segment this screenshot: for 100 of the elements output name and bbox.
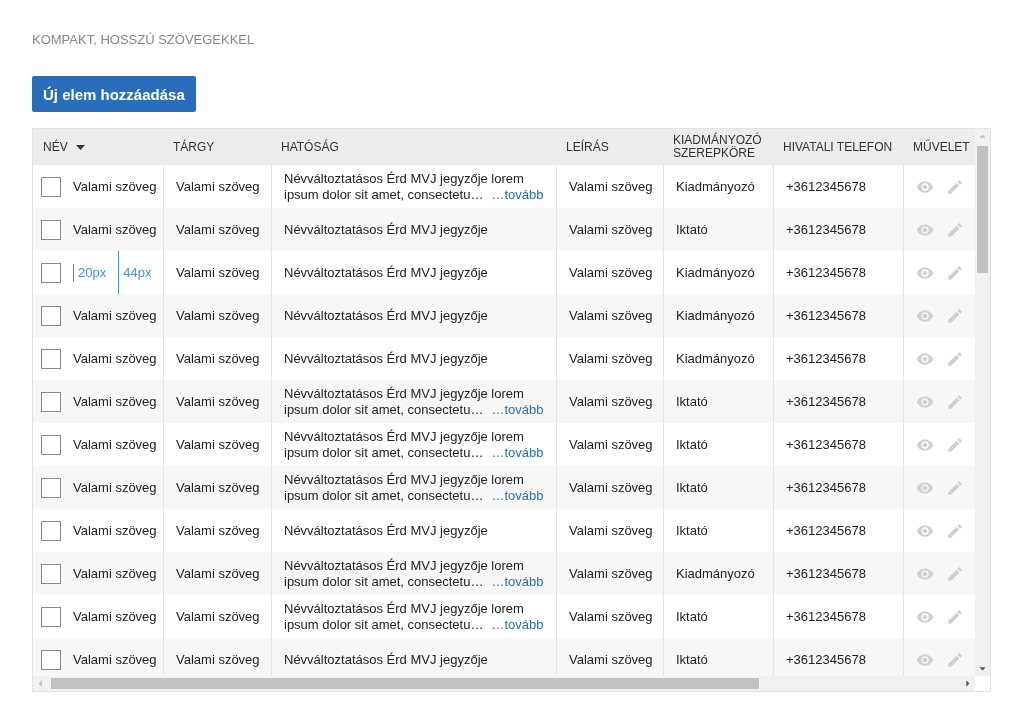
table-cell: Kiadmányozó [676, 351, 755, 366]
row-checkbox[interactable] [41, 520, 61, 541]
edit-pencil-icon[interactable] [946, 177, 964, 196]
table-cell: Valami szöveg [569, 480, 653, 495]
row-checkbox[interactable] [41, 348, 61, 369]
table-cell: Valami szöveg [176, 265, 260, 280]
table-cell: Valami szöveg [73, 609, 157, 624]
row-checkbox[interactable] [41, 434, 61, 455]
more-link[interactable]: …tovább [491, 186, 544, 202]
table-cell: +3612345678 [786, 609, 866, 624]
table-cell: Valami szöveg [569, 566, 653, 581]
table-cell: Névváltoztatásos Érd MVJ jegyzője [284, 523, 488, 538]
table-cell: +3612345678 [786, 351, 866, 366]
table-cell: Valami szöveg [73, 179, 157, 194]
table-cell: Valami szöveg [176, 351, 260, 366]
table-cell: Valami szöveg [73, 652, 157, 667]
table-cell: Valami szöveg [73, 480, 157, 495]
edit-pencil-icon[interactable] [946, 478, 964, 497]
table-cell: Valami szöveg [176, 437, 260, 452]
row-checkbox[interactable] [41, 477, 61, 498]
edit-pencil-icon[interactable] [946, 650, 964, 669]
row-checkbox[interactable] [41, 391, 61, 412]
column-header[interactable]: HATÓSÁG [271, 129, 556, 165]
column-header[interactable]: TÁRGY [163, 129, 271, 165]
table-cell: Névváltoztatásos Érd MVJ jegyzője lorem ipsum dolor sit amet, consectetu… …tovább [284, 170, 544, 203]
table-cell: Iktató [676, 437, 708, 452]
table-cell: +3612345678 [786, 394, 866, 409]
more-link[interactable]: …tovább [491, 616, 544, 632]
table-cell: Valami szöveg [569, 523, 653, 538]
table-cell: Iktató [676, 609, 708, 624]
column-header[interactable]: NÉV [33, 129, 163, 165]
table-cell: +3612345678 [786, 179, 866, 194]
table-cell: +3612345678 [786, 222, 866, 237]
table-cell: Valami szöveg [569, 351, 653, 366]
column-header[interactable]: MŰVELET [903, 129, 975, 165]
edit-pencil-icon[interactable] [946, 306, 964, 325]
edit-pencil-icon[interactable] [946, 607, 964, 626]
edit-pencil-icon[interactable] [946, 220, 964, 239]
row-checkbox[interactable] [41, 305, 61, 326]
more-link[interactable]: …tovább [491, 573, 544, 589]
column-header[interactable]: KIADMÁNYOZÓ SZEREPKÖRE [663, 129, 773, 165]
table-cell: +3612345678 [786, 523, 866, 538]
table-cell: Iktató [676, 394, 708, 409]
row-checkbox[interactable] [41, 176, 61, 197]
table-cell: +3612345678 [786, 437, 866, 452]
table-cell: Valami szöveg [73, 523, 157, 538]
edit-pencil-icon[interactable] [946, 349, 964, 368]
column-header[interactable]: LEÍRÁS [556, 129, 663, 165]
table-cell: Valami szöveg [569, 609, 653, 624]
table-cell: Névváltoztatásos Érd MVJ jegyzője [284, 222, 488, 237]
row-checkbox[interactable] [41, 262, 61, 283]
table-cell: Valami szöveg [569, 437, 653, 452]
table-cell: Valami szöveg [73, 308, 157, 323]
table-cell: Valami szöveg [176, 308, 260, 323]
more-link[interactable]: …tovább [491, 487, 544, 503]
table-cell: Valami szöveg [569, 265, 653, 280]
table-cell: Valami szöveg [569, 394, 653, 409]
table-cell: Valami szöveg [176, 609, 260, 624]
spacing-annotation: 20px [73, 263, 107, 282]
table-cell: Névváltoztatásos Érd MVJ jegyzője [284, 308, 488, 323]
table-cell: Valami szöveg [73, 566, 157, 581]
table-cell: Kiadmányozó [676, 179, 755, 194]
table-cell: Kiadmányozó [676, 566, 755, 581]
table-cell: Iktató [676, 480, 708, 495]
column-header[interactable]: HIVATALI TELEFON [773, 129, 903, 165]
add-item-button[interactable]: Új elem hozzáadása [32, 76, 196, 112]
row-checkbox[interactable] [41, 606, 61, 627]
row-checkbox[interactable] [41, 649, 61, 670]
table-cell: Valami szöveg [73, 351, 157, 366]
table-cell: Valami szöveg [176, 179, 260, 194]
table-cell: Valami szöveg [176, 394, 260, 409]
table-cell: Valami szöveg [176, 566, 260, 581]
edit-pencil-icon[interactable] [946, 263, 964, 282]
table-cell: Névváltoztatásos Érd MVJ jegyzője lorem ipsum dolor sit amet, consectetu… …tovább [284, 428, 544, 461]
table-cell: +3612345678 [786, 652, 866, 667]
edit-pencil-icon[interactable] [946, 521, 964, 540]
table-cell: Valami szöveg [569, 308, 653, 323]
table-cell: Névváltoztatásos Érd MVJ jegyzője [284, 652, 488, 667]
table-cell: Valami szöveg [176, 523, 260, 538]
scroll-thumb[interactable] [51, 678, 759, 689]
table-cell: Valami szöveg [569, 652, 653, 667]
more-link[interactable]: …tovább [491, 444, 544, 460]
page-title: KOMPAKT, HOSSZÚ SZÖVEGEKKEL [32, 32, 256, 47]
table-cell: Névváltoztatásos Érd MVJ jegyzője lorem ipsum dolor sit amet, consectetu… …tovább [284, 385, 544, 418]
table-cell: Valami szöveg [73, 222, 157, 237]
table-cell: Valami szöveg [176, 480, 260, 495]
row-checkbox[interactable] [41, 219, 61, 240]
table-cell: Valami szöveg [176, 222, 260, 237]
horizontal-scrollbar[interactable] [33, 676, 975, 691]
edit-pencil-icon[interactable] [946, 564, 964, 583]
table-cell: +3612345678 [786, 480, 866, 495]
row-checkbox[interactable] [41, 563, 61, 584]
edit-pencil-icon[interactable] [946, 435, 964, 454]
edit-pencil-icon[interactable] [946, 392, 964, 411]
table-cell: Névváltoztatásos Érd MVJ jegyzője lorem ipsum dolor sit amet, consectetu… …tovább [284, 600, 544, 633]
more-link[interactable]: …tovább [491, 401, 544, 417]
table-cell: Valami szöveg [176, 652, 260, 667]
scroll-thumb[interactable] [977, 146, 988, 273]
table-cell: Valami szöveg [569, 222, 653, 237]
vertical-scrollbar[interactable] [975, 129, 990, 676]
